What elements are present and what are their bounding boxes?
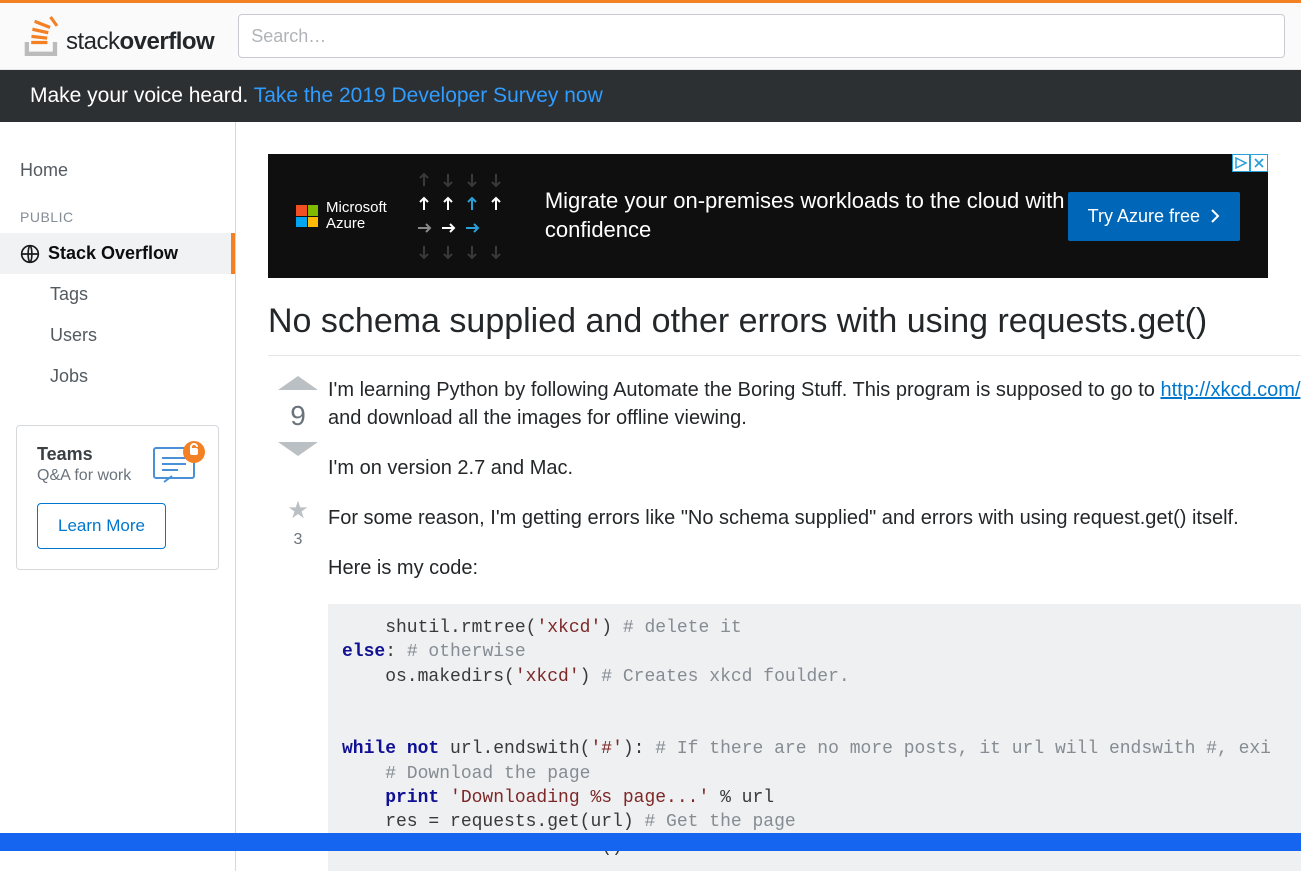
sidebar-tags[interactable]: Tags (0, 274, 235, 315)
vote-score: 9 (290, 400, 306, 432)
sidebar-stackoverflow-label: Stack Overflow (48, 243, 178, 264)
sidebar-users[interactable]: Users (0, 315, 235, 356)
adchoices-badge[interactable] (1232, 154, 1268, 172)
teams-card: Teams Q&A for work Learn More (16, 425, 219, 570)
adchoices-icon (1232, 154, 1250, 172)
code-block: shutil.rmtree('xkcd') # delete it else: … (328, 604, 1301, 871)
ad-graphic (415, 171, 505, 261)
sidebar-home[interactable]: Home (0, 150, 235, 191)
logo[interactable]: stackoverflow (16, 16, 222, 56)
stackoverflow-icon (24, 16, 60, 56)
question-title: No schema supplied and other errors with… (268, 302, 1301, 356)
upvote-button[interactable] (278, 376, 318, 390)
microsoft-logo-icon (296, 205, 318, 227)
downvote-button[interactable] (278, 442, 318, 456)
sidebar-stackoverflow[interactable]: Stack Overflow (0, 233, 235, 274)
vote-column: 9 ★ 3 (268, 376, 328, 871)
sidebar-jobs[interactable]: Jobs (0, 356, 235, 397)
close-ad-icon[interactable] (1250, 154, 1268, 172)
teams-learn-more-button[interactable]: Learn More (37, 503, 166, 549)
favorite-count: 3 (294, 531, 303, 549)
survey-banner: Make your voice heard. Take the 2019 Dev… (0, 70, 1301, 122)
post-paragraph: Here is my code: (328, 554, 1301, 582)
ad-brand: MicrosoftAzure (296, 200, 387, 232)
banner-text: Make your voice heard. (30, 84, 254, 107)
post-paragraph: I'm learning Python by following Automat… (328, 376, 1301, 432)
post-paragraph: For some reason, I'm getting errors like… (328, 504, 1301, 532)
footer-bar (0, 833, 1301, 851)
ad-headline: Migrate your on-premises workloads to th… (545, 187, 1068, 244)
chevron-right-icon (1210, 209, 1220, 223)
sidebar-public-heading: PUBLIC (0, 191, 235, 233)
survey-link[interactable]: Take the 2019 Developer Survey now (254, 84, 603, 107)
post-body: I'm learning Python by following Automat… (328, 376, 1301, 871)
favorite-button[interactable]: ★ (287, 496, 309, 525)
main-content: MicrosoftAzure (236, 122, 1301, 871)
ad-banner[interactable]: MicrosoftAzure (268, 154, 1268, 278)
header: stackoverflow (0, 3, 1301, 70)
sidebar: Home PUBLIC Stack Overflow Tags Users Jo… (0, 122, 236, 871)
teams-chat-icon (152, 438, 206, 492)
post-paragraph: I'm on version 2.7 and Mac. (328, 454, 1301, 482)
logo-text: stackoverflow (66, 28, 214, 56)
globe-icon (20, 244, 40, 264)
search-input[interactable] (238, 14, 1285, 58)
ad-cta-button[interactable]: Try Azure free (1068, 192, 1240, 241)
xkcd-link[interactable]: http://xkcd.com/ (1160, 379, 1300, 401)
